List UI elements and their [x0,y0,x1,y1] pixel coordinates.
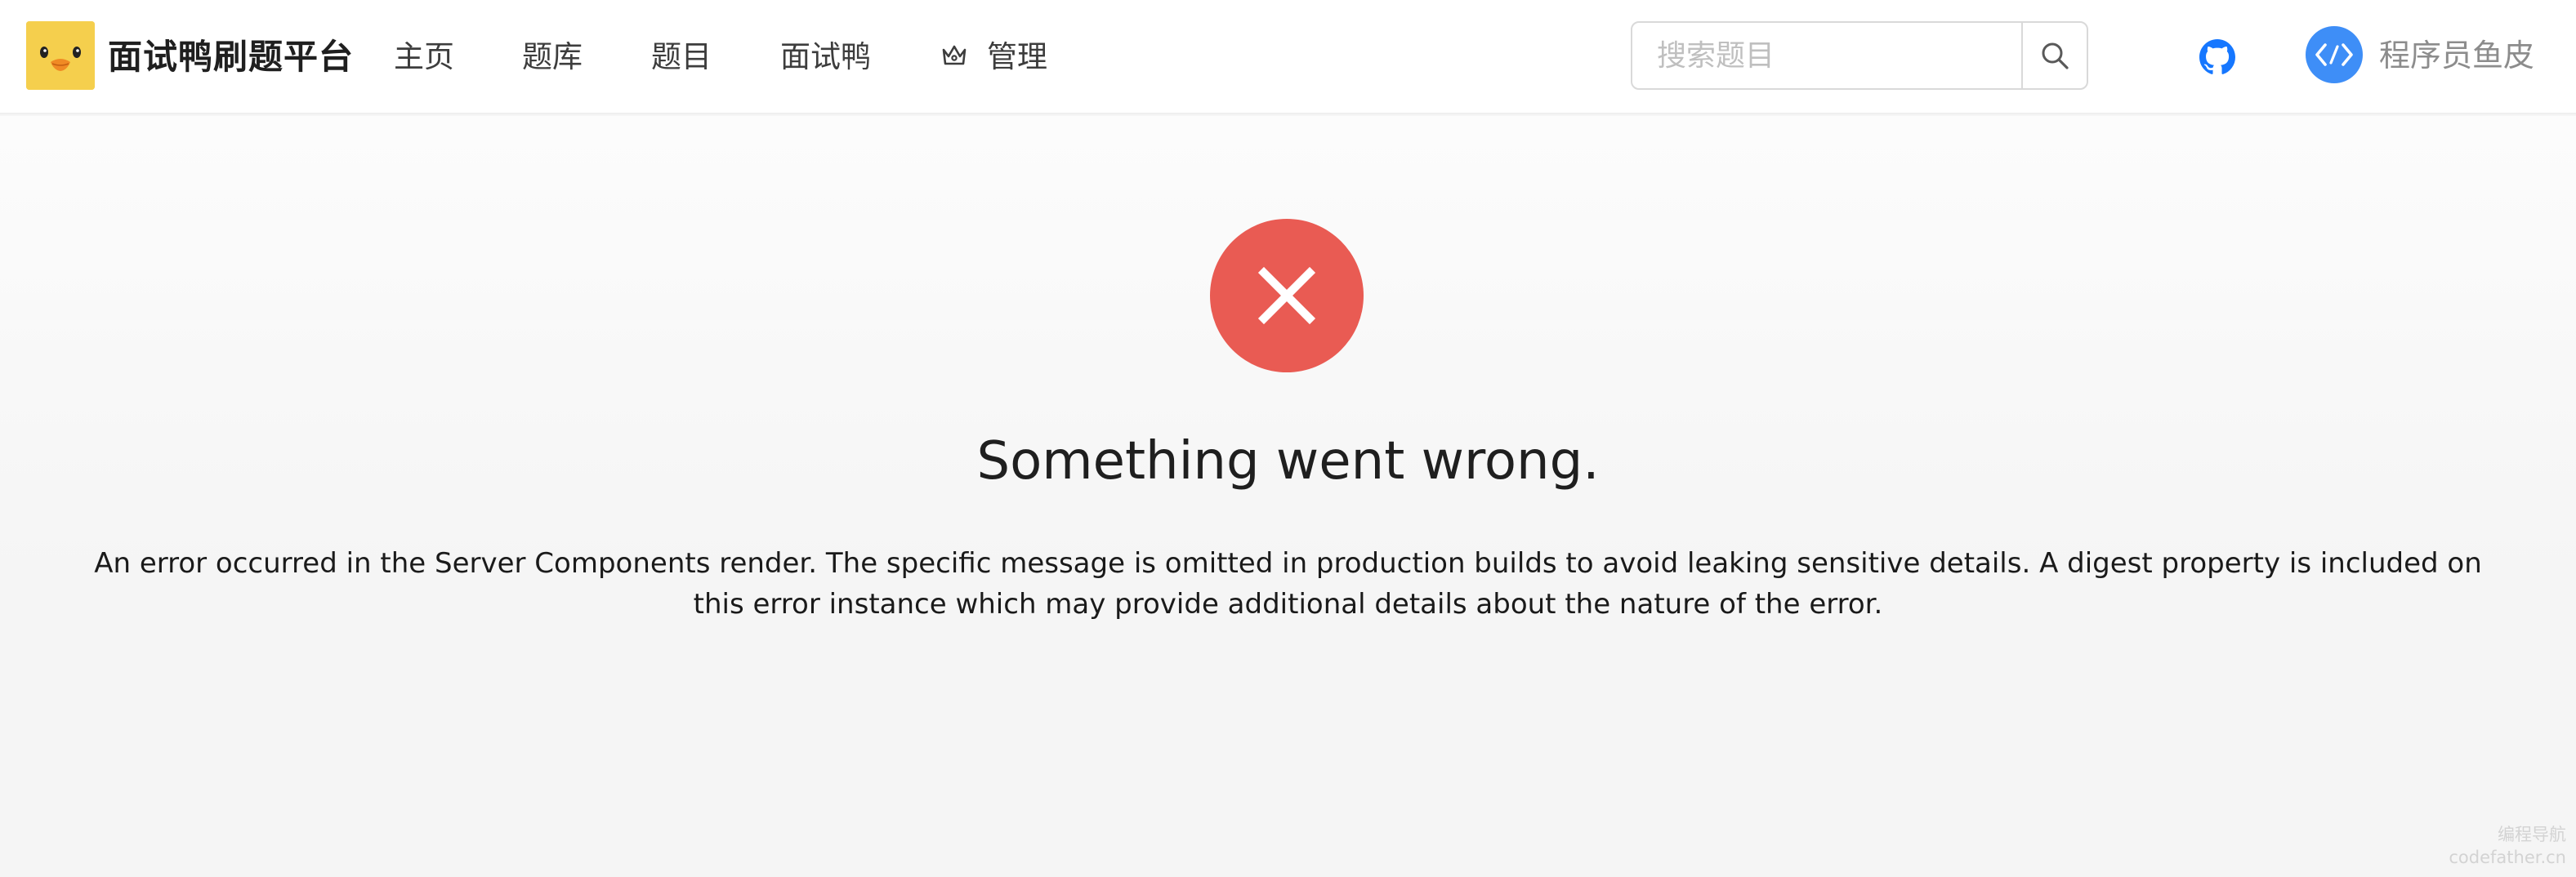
error-title: Something went wrong. [976,431,1600,492]
watermark: 编程导航 codefather.cn [2449,823,2566,869]
code-brackets-icon [2315,43,2353,66]
github-icon[interactable] [2199,39,2235,75]
crown-icon [942,45,967,65]
duck-logo-icon [26,21,95,90]
watermark-line-1: 编程导航 [2498,825,2566,844]
error-icon [1210,219,1364,372]
user-avatar[interactable] [2306,26,2363,83]
nav-item-question-bank[interactable]: 题库 [522,33,583,82]
error-message: An error occurred in the Server Componen… [94,547,2482,621]
top-navbar: 面试鸭刷题平台 主页 题库 题目 面试鸭 管理 程序员鱼皮 [0,0,2576,114]
search-bar [1631,21,2088,90]
nav-item-home[interactable]: 主页 [394,33,454,82]
nav-item-interview-duck[interactable]: 面试鸭 [780,33,871,82]
user-name[interactable]: 程序员鱼皮 [2379,31,2534,80]
brand-title[interactable]: 面试鸭刷题平台 [108,33,354,82]
nav-item-questions[interactable]: 题目 [651,33,712,82]
search-icon [2042,42,2069,69]
nav-item-admin[interactable]: 管理 [940,33,1047,82]
nav-item-admin-label: 管理 [987,39,1047,74]
duck-logo[interactable] [26,21,95,90]
search-input[interactable] [1632,23,2021,88]
search-button[interactable] [2021,23,2087,88]
watermark-line-2: codefather.cn [2449,848,2566,867]
close-icon [1257,266,1316,325]
